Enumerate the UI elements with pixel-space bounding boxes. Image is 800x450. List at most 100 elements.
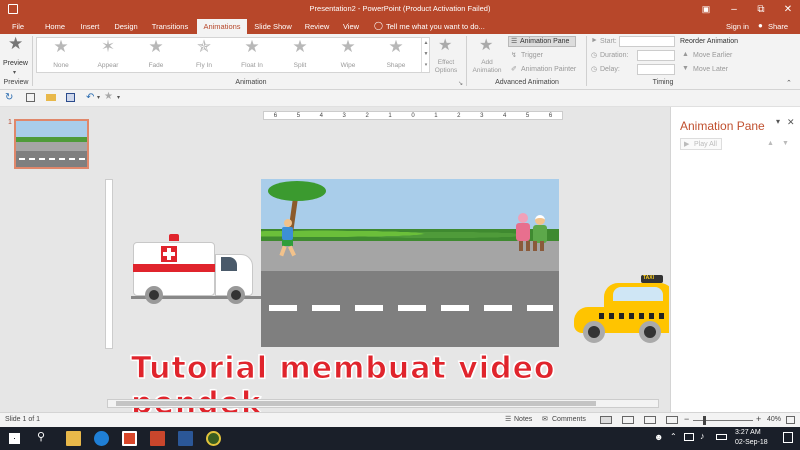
divider (32, 36, 33, 86)
tab-file[interactable]: File (2, 19, 34, 34)
add-animation-button[interactable]: ★ Add Animation (470, 36, 504, 78)
trigger-button[interactable]: Trigger (521, 52, 543, 59)
animation-label: Float In (241, 62, 263, 69)
animation-split[interactable]: ★ Split (277, 37, 323, 72)
undo-dropdown-icon[interactable]: ▾ (97, 94, 100, 101)
app-icon[interactable] (122, 431, 137, 446)
zoom-in-icon[interactable]: + (756, 414, 761, 424)
effect-options-button[interactable]: ★ Effect Options (432, 36, 460, 78)
sign-in-link[interactable]: Sign in (726, 22, 749, 31)
slideshow-icon[interactable] (666, 416, 678, 424)
refresh-icon[interactable]: ↻ (5, 92, 13, 103)
ambulance[interactable] (131, 234, 261, 309)
ruler-mark: 5 (296, 113, 301, 119)
two-kids[interactable] (515, 213, 555, 253)
tab-slide-show[interactable]: Slide Show (251, 19, 295, 34)
slide-canvas[interactable] (261, 179, 559, 347)
move-down-icon[interactable]: ▼ (782, 140, 789, 147)
pane-options-icon[interactable]: ▾ (776, 117, 780, 126)
notifications-icon[interactable] (783, 432, 793, 443)
customize-qat-icon[interactable]: ▾ (117, 94, 120, 101)
animation-fly-in[interactable]: ✯ Fly In (181, 37, 227, 72)
clock-date[interactable]: 02-Sep-18 (735, 439, 768, 446)
close-button[interactable]: ✕ (776, 0, 800, 19)
search-icon[interactable]: ⚲ (37, 430, 45, 443)
save-icon[interactable] (66, 93, 75, 102)
running-boy[interactable] (279, 219, 297, 257)
animation-float-in[interactable]: ★ Float In (229, 37, 275, 72)
animation-wipe[interactable]: ★ Wipe (325, 37, 371, 72)
launcher-icon[interactable]: ↘ (458, 80, 463, 87)
undo-icon[interactable]: ↶ (86, 92, 94, 103)
reading-view-icon[interactable] (644, 416, 656, 424)
zoom-level[interactable]: 40% (767, 416, 781, 423)
tab-design[interactable]: Design (108, 19, 144, 34)
clock-time[interactable]: 3:27 AM (735, 429, 761, 436)
delay-field[interactable] (637, 64, 675, 75)
open-folder-icon[interactable] (46, 94, 56, 101)
new-slide-icon[interactable] (26, 93, 35, 102)
normal-view-icon[interactable] (600, 416, 612, 424)
animation-label: Appear (97, 62, 119, 69)
animation-fade[interactable]: ★ Fade (133, 37, 179, 72)
fit-slide-icon[interactable] (786, 416, 795, 424)
taxi[interactable]: TAXI (569, 273, 669, 345)
duration-field[interactable] (637, 50, 675, 61)
ribbon-display-button[interactable]: ▣ (694, 0, 718, 19)
battery-icon[interactable] (716, 434, 727, 440)
tab-animations[interactable]: Animations (197, 19, 247, 34)
close-pane-icon[interactable]: ✕ (787, 117, 795, 128)
animation-shape[interactable]: ★ Shape (373, 37, 419, 72)
minimize-button[interactable]: – (722, 0, 746, 19)
tab-view[interactable]: View (336, 19, 366, 34)
powerpoint-icon[interactable] (150, 431, 165, 446)
star-icon: ★ (292, 37, 308, 56)
comments-button[interactable]: Comments (552, 416, 586, 423)
network-icon[interactable] (684, 433, 694, 441)
star-icon: ★ (340, 37, 356, 56)
people-icon[interactable]: ☻ (654, 432, 663, 442)
tab-home[interactable]: Home (38, 19, 72, 34)
edge-icon[interactable] (94, 431, 109, 446)
volume-icon[interactable]: ♪ (700, 431, 705, 441)
horizontal-ruler: 6 5 4 3 2 1 0 1 2 3 4 5 6 (263, 111, 563, 120)
taskbar: ⚲ ☻ ⌃ ♪ 3:27 AM 02-Sep-18 (0, 427, 800, 450)
animation-pane-icon: ☰ (511, 38, 518, 45)
word-icon[interactable] (178, 431, 193, 446)
preview-button[interactable]: ★ Preview ▾ (2, 34, 30, 78)
restore-button[interactable]: ⧉ (749, 0, 773, 19)
animation-none[interactable]: ★ None (38, 37, 84, 72)
slide-thumbnail[interactable] (14, 119, 89, 169)
tab-review[interactable]: Review (300, 19, 334, 34)
move-up-icon[interactable]: ▲ (767, 140, 774, 147)
slide-sorter-icon[interactable] (622, 416, 634, 424)
show-hidden-icons[interactable]: ⌃ (670, 432, 677, 441)
horizontal-scrollbar[interactable] (107, 399, 659, 408)
collapse-ribbon-icon[interactable]: ⌃ (786, 79, 792, 87)
tab-insert[interactable]: Insert (73, 19, 107, 34)
animation-pane-button[interactable]: ☰ Animation Pane (508, 36, 576, 47)
slide-counter: Slide 1 of 1 (5, 416, 41, 423)
start-dropdown[interactable] (619, 36, 675, 47)
share-button[interactable]: Share (768, 22, 788, 31)
ruler-mark: 2 (365, 113, 369, 119)
move-later-button[interactable]: Move Later (693, 66, 728, 73)
windows-start-icon[interactable] (9, 433, 20, 444)
lightbulb-icon: ◯ (374, 21, 383, 30)
delay-icon: ◷ (591, 66, 598, 73)
media-app-icon[interactable] (206, 431, 221, 446)
move-earlier-button[interactable]: Move Earlier (693, 52, 732, 59)
title-bar: Presentation2 - PowerPoint (Product Acti… (0, 0, 800, 19)
star-icon[interactable]: ★ (104, 91, 113, 102)
notes-button[interactable]: Notes (514, 416, 532, 423)
divider (466, 36, 467, 86)
zoom-out-icon[interactable]: − (684, 414, 689, 424)
animation-appear[interactable]: ✶ Appear (85, 37, 131, 72)
play-all-button[interactable]: ▶ Play All (680, 138, 722, 150)
zoom-slider[interactable] (693, 416, 753, 425)
animation-painter-button[interactable]: Animation Painter (521, 66, 576, 73)
file-explorer-icon[interactable] (66, 431, 81, 446)
tab-transitions[interactable]: Transitions (146, 19, 194, 34)
tell-me-box[interactable]: Tell me what you want to do... (386, 22, 485, 31)
gallery-scroll[interactable]: ▲ ▼ ▾ (421, 38, 430, 72)
